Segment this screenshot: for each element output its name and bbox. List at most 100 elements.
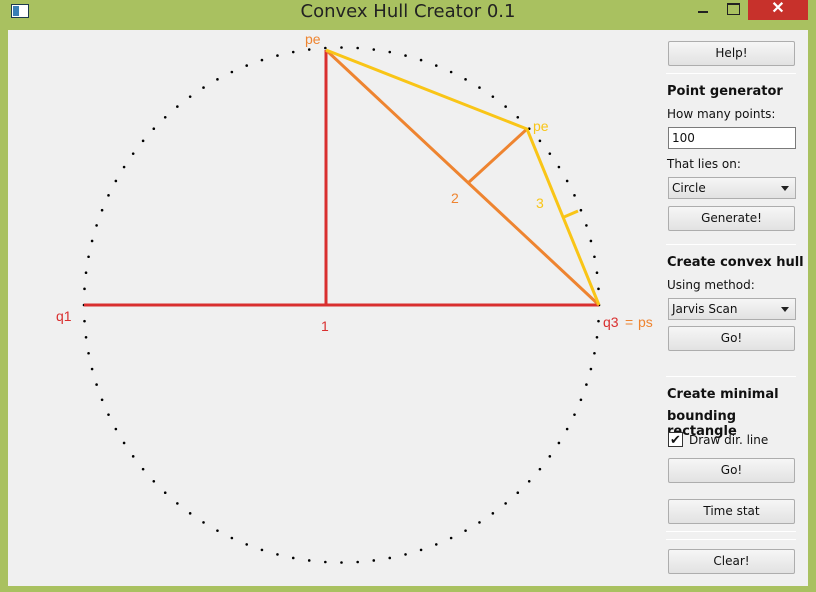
point	[176, 105, 179, 108]
point	[291, 50, 295, 54]
point	[122, 441, 126, 445]
point	[449, 70, 453, 74]
point	[527, 479, 531, 483]
label-pe-right: pe	[533, 118, 549, 134]
point-generator-title: Point generator	[667, 84, 783, 99]
label-2: 2	[451, 190, 459, 206]
distance-line-2	[466, 127, 529, 185]
method-select[interactable]: Jarvis Scan	[668, 298, 796, 320]
point	[585, 224, 588, 227]
point	[340, 561, 343, 564]
point	[538, 467, 542, 471]
point	[419, 58, 423, 62]
separator	[666, 539, 796, 540]
point	[565, 179, 569, 183]
clear-button[interactable]: Clear!	[668, 549, 795, 574]
point	[107, 413, 110, 416]
point	[573, 194, 576, 197]
point	[260, 58, 264, 62]
label-3: 3	[536, 195, 544, 211]
point	[216, 78, 219, 81]
minimize-button[interactable]	[690, 0, 716, 20]
point	[114, 179, 118, 183]
point	[230, 70, 234, 74]
point	[90, 367, 94, 371]
point	[597, 319, 600, 323]
point	[491, 95, 495, 98]
point	[538, 139, 542, 143]
point	[163, 115, 167, 119]
point	[478, 86, 481, 89]
separator	[666, 376, 796, 377]
point	[152, 127, 156, 131]
separator	[666, 531, 796, 532]
point	[589, 367, 593, 371]
point	[114, 427, 118, 431]
point	[595, 271, 599, 275]
label-equals: =	[625, 314, 633, 330]
chevron-down-icon	[781, 307, 789, 312]
time-stat-button[interactable]: Time stat	[668, 499, 795, 524]
help-button[interactable]: Help!	[668, 41, 795, 66]
draw-dir-line-checkbox[interactable]: ✔	[668, 432, 683, 447]
draw-dir-line-option[interactable]: ✔ Draw dir. line	[668, 432, 798, 448]
point	[557, 441, 561, 445]
point	[87, 255, 90, 259]
close-button[interactable]: ✕	[748, 0, 808, 20]
method-select-value: Jarvis Scan	[672, 302, 738, 316]
point	[122, 165, 126, 169]
shape-select-value: Circle	[672, 181, 706, 195]
app-window: Convex Hull Creator 0.1 ✕ pe pe q1 q3 = …	[0, 0, 816, 592]
point	[324, 46, 327, 50]
point	[464, 529, 467, 532]
split-line-pe-ps	[324, 48, 601, 307]
point	[597, 287, 600, 291]
point	[188, 95, 192, 98]
point	[202, 86, 205, 89]
label-q1: q1	[56, 308, 72, 324]
label-ps: ps	[638, 314, 653, 330]
point	[202, 521, 205, 524]
bounding-rect-go-button[interactable]: Go!	[668, 458, 795, 483]
point	[95, 383, 98, 386]
point	[276, 54, 279, 57]
separator	[666, 73, 796, 74]
maximize-button[interactable]	[720, 0, 746, 20]
point	[100, 398, 104, 402]
point	[579, 398, 583, 402]
point	[188, 512, 192, 515]
point	[573, 413, 576, 416]
point	[245, 543, 249, 546]
point	[356, 46, 359, 50]
shape-select[interactable]: Circle	[668, 177, 796, 199]
point	[163, 491, 167, 495]
label-pe-top: pe	[305, 31, 321, 47]
point	[100, 208, 104, 212]
point	[141, 139, 145, 143]
chevron-down-icon	[781, 186, 789, 191]
point	[230, 536, 234, 540]
generate-button[interactable]: Generate!	[668, 206, 795, 231]
point	[464, 78, 467, 81]
point	[404, 553, 407, 556]
convex-hull-go-button[interactable]: Go!	[668, 326, 795, 351]
point	[84, 335, 88, 339]
point	[548, 152, 552, 155]
drawing-canvas[interactable]: pe pe q1 q3 = ps 1 2 3	[8, 30, 658, 586]
point	[372, 48, 376, 51]
point	[83, 287, 86, 291]
point-count-input[interactable]: 100	[668, 127, 796, 149]
point	[516, 491, 520, 495]
distance-line-3	[563, 209, 579, 219]
label-q3: q3	[603, 314, 619, 330]
point	[404, 54, 407, 57]
shape-label: That lies on:	[667, 157, 741, 171]
point	[260, 548, 264, 552]
draw-dir-line-label: Draw dir. line	[689, 433, 769, 447]
point	[107, 194, 110, 197]
point	[478, 521, 481, 524]
point	[419, 548, 423, 552]
point	[83, 319, 86, 323]
point	[585, 383, 588, 386]
point	[90, 239, 94, 243]
